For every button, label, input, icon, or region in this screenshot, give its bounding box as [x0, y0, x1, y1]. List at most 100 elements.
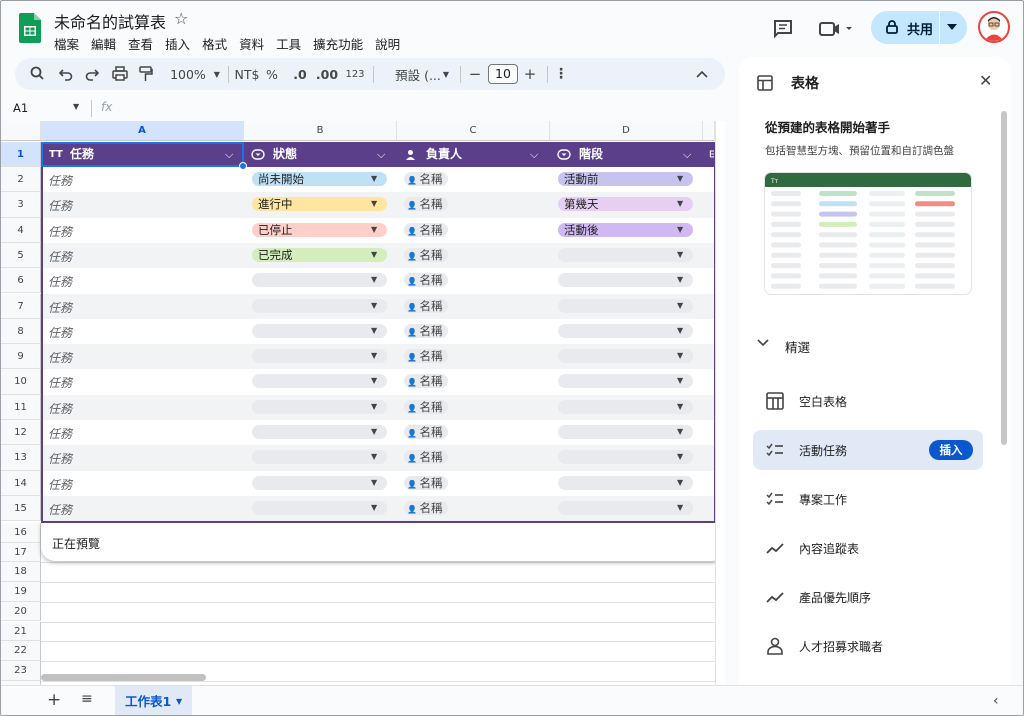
menu-edit[interactable]: 編輯: [91, 34, 122, 53]
table-row[interactable]: 任務 ▼ 👤 名稱 ▼: [41, 394, 715, 420]
vertical-scrollbar[interactable]: [715, 121, 725, 685]
stage-chip[interactable]: 第幾天: [558, 197, 693, 212]
collapse-panel-icon[interactable]: ‹: [993, 693, 999, 709]
table-row[interactable]: 任務 ▼ 👤 名稱 ▼: [41, 293, 715, 319]
stage-chip[interactable]: 活動後: [558, 222, 693, 237]
row-header[interactable]: 1: [1, 142, 41, 167]
comment-icon[interactable]: [771, 17, 795, 41]
template-recruiting[interactable]: 人才招募求職者: [753, 626, 983, 666]
status-chip[interactable]: [252, 349, 387, 364]
owner-chip[interactable]: 👤 名稱: [404, 247, 448, 262]
meet-icon[interactable]: [817, 17, 855, 41]
row-header[interactable]: 17: [1, 542, 41, 563]
row-header[interactable]: 9: [1, 344, 41, 370]
share-button[interactable]: 共用: [871, 11, 967, 44]
row-header[interactable]: 18: [1, 562, 41, 583]
row-header[interactable]: 7: [1, 293, 41, 319]
menu-insert[interactable]: 插入: [165, 34, 196, 53]
column-header-e[interactable]: [703, 121, 715, 141]
stage-chip[interactable]: [558, 323, 693, 338]
row-header[interactable]: 20: [1, 601, 41, 622]
add-sheet-icon[interactable]: +: [47, 690, 61, 710]
table-row[interactable]: 任務 ▼ 👤 名稱 ▼: [41, 445, 715, 471]
menu-view[interactable]: 查看: [128, 34, 159, 53]
collapse-toolbar-icon[interactable]: [695, 58, 709, 90]
owner-chip[interactable]: 👤 名稱: [404, 273, 448, 288]
task-cell[interactable]: 任務: [48, 374, 72, 391]
font-size-increase-button[interactable]: +: [523, 58, 537, 90]
stage-chip[interactable]: [558, 399, 693, 414]
stage-chip[interactable]: 活動前: [558, 172, 693, 186]
task-cell[interactable]: 任務: [48, 400, 72, 417]
owner-chip[interactable]: 👤 名稱: [404, 349, 448, 364]
menu-file[interactable]: 檔案: [54, 34, 85, 53]
formula-input[interactable]: [125, 99, 715, 119]
menu-tools[interactable]: 工具: [276, 34, 307, 53]
status-chip[interactable]: [252, 399, 387, 414]
owner-chip[interactable]: 👤 名稱: [404, 399, 448, 414]
column-header-b[interactable]: B: [244, 121, 397, 141]
stage-chip[interactable]: [558, 425, 693, 439]
avatar[interactable]: [978, 11, 1010, 43]
status-chip[interactable]: 尚未開始: [252, 172, 387, 186]
chevron-down-icon[interactable]: ⌵: [683, 142, 691, 167]
row-header[interactable]: 12: [1, 420, 41, 446]
header-owner[interactable]: 負責人: [426, 142, 462, 167]
insert-button[interactable]: 插入: [929, 440, 973, 460]
font-size-input[interactable]: 10: [488, 64, 518, 84]
owner-chip[interactable]: 👤 名稱: [404, 197, 448, 212]
document-title[interactable]: 未命名的試算表: [54, 9, 166, 33]
zoom-select[interactable]: 100% ▼: [165, 58, 225, 90]
column-header-c[interactable]: C: [397, 121, 550, 141]
menu-help[interactable]: 說明: [375, 34, 406, 53]
task-cell[interactable]: 任務: [48, 349, 72, 366]
owner-chip[interactable]: 👤 名稱: [404, 475, 448, 490]
task-cell[interactable]: 任務: [48, 273, 72, 290]
owner-chip[interactable]: 👤 名稱: [404, 323, 448, 338]
selection-handle[interactable]: [239, 162, 247, 170]
number-format-button[interactable]: 123: [345, 58, 365, 90]
decrease-decimal-button[interactable]: .0: [290, 58, 310, 90]
row-header[interactable]: 2: [1, 167, 41, 193]
task-cell[interactable]: 任務: [48, 425, 72, 442]
stage-chip[interactable]: [558, 273, 693, 288]
close-icon[interactable]: ✕: [979, 71, 992, 90]
template-blank-table[interactable]: 空白表格: [753, 381, 983, 421]
name-box-dropdown-icon[interactable]: ▼: [73, 102, 79, 111]
template-event-tasks[interactable]: 活動任務 插入: [753, 430, 983, 470]
sheet-tab-active[interactable]: 工作表1 ▼: [115, 686, 192, 715]
table-row[interactable]: 任務 ▼ 👤 名稱 ▼: [41, 268, 715, 293]
table-row[interactable]: 任務 已停止 ▼ 👤 名稱 活動後 ▼: [41, 218, 715, 243]
status-chip[interactable]: 進行中: [252, 197, 387, 212]
chevron-down-icon[interactable]: ▼: [176, 686, 182, 715]
name-box[interactable]: A1: [13, 101, 28, 115]
select-all-corner[interactable]: [1, 121, 41, 141]
template-content-tracker[interactable]: 內容追蹤表: [753, 528, 983, 568]
row-header[interactable]: 19: [1, 582, 41, 602]
status-chip[interactable]: [252, 475, 387, 490]
currency-button[interactable]: NT$: [233, 58, 261, 90]
template-project-work[interactable]: 專案工作: [753, 479, 983, 519]
table-row[interactable]: 任務 尚未開始 ▼ 👤 名稱 活動前 ▼: [41, 167, 715, 192]
stage-chip[interactable]: [558, 247, 693, 262]
stage-chip[interactable]: [558, 298, 693, 313]
more-options-icon[interactable]: ⋮: [554, 58, 568, 90]
paint-format-icon[interactable]: [139, 58, 153, 90]
owner-chip[interactable]: 👤 名稱: [404, 374, 448, 389]
chevron-down-icon[interactable]: ⌵: [225, 142, 233, 167]
stage-chip[interactable]: [558, 500, 693, 515]
row-header[interactable]: 16: [1, 523, 41, 543]
table-row[interactable]: 任務 ▼ 👤 名稱 ▼: [41, 471, 715, 496]
row-header[interactable]: 11: [1, 394, 41, 420]
owner-chip[interactable]: 👤 名稱: [404, 425, 448, 439]
status-chip[interactable]: 已完成: [252, 247, 387, 262]
status-chip[interactable]: [252, 298, 387, 313]
row-header[interactable]: 15: [1, 495, 41, 522]
task-cell[interactable]: 任務: [48, 248, 72, 265]
row-header[interactable]: 21: [1, 621, 41, 642]
star-icon[interactable]: ☆: [174, 9, 188, 28]
row-header[interactable]: 10: [1, 369, 41, 395]
owner-chip[interactable]: 👤 名稱: [404, 450, 448, 465]
status-chip[interactable]: [252, 323, 387, 338]
row-header[interactable]: 4: [1, 217, 41, 243]
